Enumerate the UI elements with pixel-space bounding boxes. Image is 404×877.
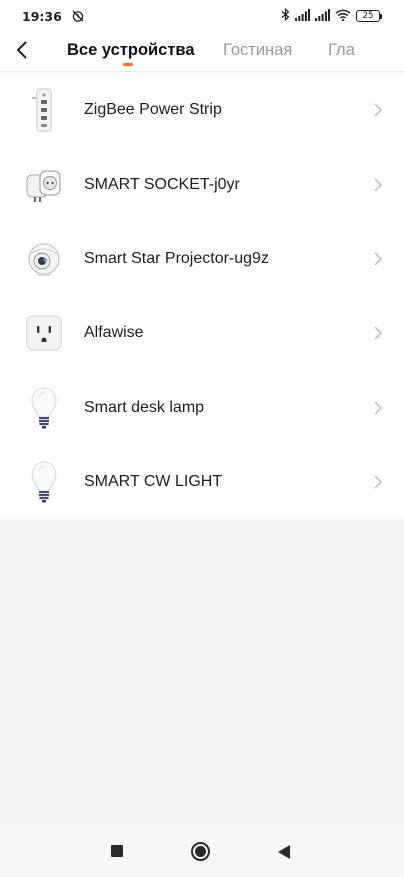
chevron-right-icon — [374, 475, 382, 489]
active-tab-indicator — [123, 63, 133, 66]
status-bar: 19:36 25 — [0, 0, 404, 32]
tab-main[interactable]: Гла — [328, 41, 355, 60]
chevron-left-icon — [16, 41, 27, 59]
device-row-smart-desk-lamp[interactable]: Smart desk lamp — [0, 371, 404, 445]
device-list: ZigBee Power Strip SMART SOCKET-j0yr Sma… — [0, 73, 404, 520]
device-name: Smart desk lamp — [84, 398, 205, 416]
status-time: 19:36 — [22, 8, 62, 24]
signal-icon — [295, 8, 310, 24]
device-row-alfawise[interactable]: Alfawise — [0, 296, 404, 370]
device-name: SMART CW LIGHT — [84, 473, 223, 491]
light-bulb-icon — [22, 456, 66, 508]
chevron-right-icon — [374, 103, 382, 117]
chevron-right-icon — [374, 326, 382, 340]
device-row-smart-socket[interactable]: SMART SOCKET-j0yr — [0, 147, 404, 221]
wall-outlet-icon — [22, 307, 66, 359]
home-icon[interactable] — [191, 842, 210, 861]
device-row-smart-star-projector[interactable]: Smart Star Projector-ug9z — [0, 222, 404, 296]
battery-icon: 25 — [356, 10, 382, 22]
projector-icon — [22, 233, 66, 285]
device-name: Smart Star Projector-ug9z — [84, 249, 269, 267]
device-name: ZigBee Power Strip — [84, 101, 222, 119]
bluetooth-icon — [281, 7, 290, 24]
chevron-right-icon — [374, 401, 382, 415]
recent-apps-icon[interactable] — [111, 845, 123, 857]
tab-living-room[interactable]: Гостиная — [223, 41, 292, 60]
chevron-right-icon — [374, 178, 382, 192]
light-bulb-icon — [22, 382, 66, 434]
device-row-smart-cw-light[interactable]: SMART CW LIGHT — [0, 445, 404, 519]
chevron-right-icon — [374, 252, 382, 266]
wifi-icon — [335, 9, 351, 24]
power-strip-icon — [22, 84, 66, 136]
system-nav-bar — [0, 828, 404, 877]
tab-all-devices[interactable]: Все устройства — [67, 41, 195, 60]
smart-socket-icon — [22, 159, 66, 211]
device-name: Alfawise — [84, 324, 144, 342]
signal-icon — [315, 8, 330, 24]
alarm-off-icon — [71, 9, 85, 23]
header: Все устройства Гостиная Гла — [0, 32, 404, 72]
device-row-zigbee-power-strip[interactable]: ZigBee Power Strip — [0, 73, 404, 147]
device-name: SMART SOCKET-j0yr — [84, 175, 240, 193]
battery-level: 25 — [356, 10, 380, 22]
back-button[interactable] — [10, 38, 34, 62]
back-icon[interactable] — [277, 844, 291, 860]
